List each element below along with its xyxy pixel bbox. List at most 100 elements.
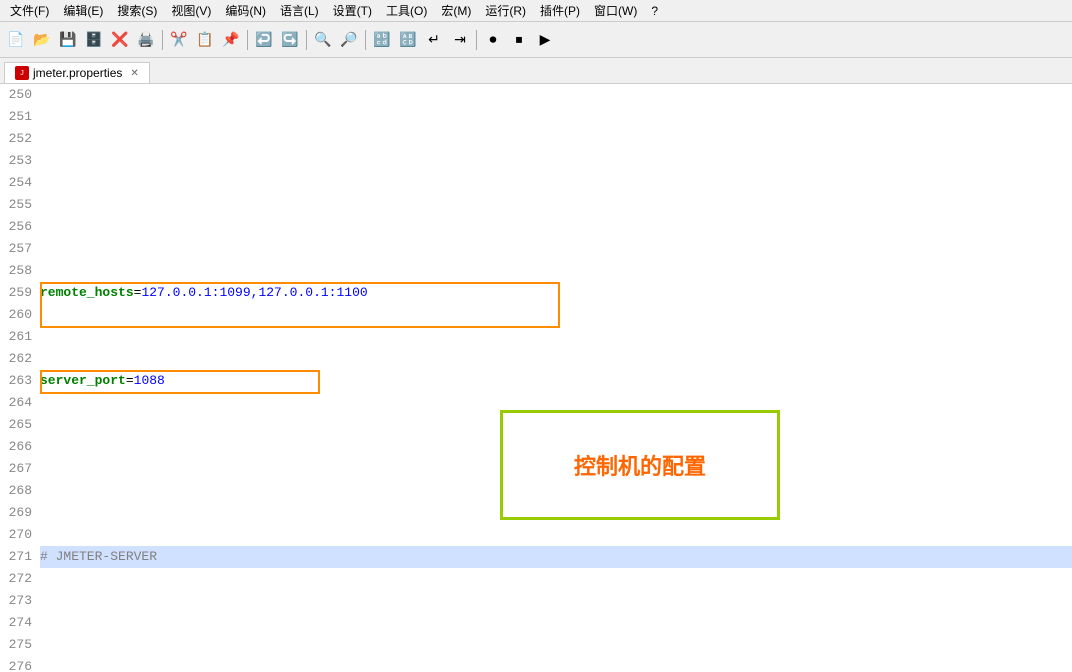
copy-button[interactable]: 📋 [193, 28, 217, 52]
line-number-266: 266 [0, 436, 40, 458]
menu-plugin[interactable]: 插件(P) [534, 0, 586, 21]
code-line-260 [40, 304, 1072, 326]
menu-help[interactable]: ? [645, 2, 664, 20]
code-line-250 [40, 84, 1072, 106]
line-number-257: 257 [0, 238, 40, 260]
line-number-261: 261 [0, 326, 40, 348]
new-button[interactable]: 📄 [4, 28, 28, 52]
code-line-268 [40, 480, 1072, 502]
line-number-276: 276 [0, 656, 40, 672]
line-number-273: 273 [0, 590, 40, 612]
indent-button[interactable]: ⇥ [448, 28, 472, 52]
line-numbers: 2502512522532542552562572582592602612622… [0, 84, 40, 672]
save-button[interactable]: 💾 [56, 28, 80, 52]
code-line-254 [40, 172, 1072, 194]
code-line-251 [40, 106, 1072, 128]
find-button[interactable]: 🔍 [311, 28, 335, 52]
line-number-254: 254 [0, 172, 40, 194]
code-line-262 [40, 348, 1072, 370]
code-line-274 [40, 612, 1072, 634]
line-number-268: 268 [0, 480, 40, 502]
macro-stop-button[interactable]: ⏹ [507, 28, 531, 52]
tab-close-button[interactable]: ✕ [130, 68, 138, 79]
code-line-261 [40, 326, 1072, 348]
paste-button[interactable]: 📌 [219, 28, 243, 52]
code-line-276 [40, 656, 1072, 672]
code-line-257 [40, 238, 1072, 260]
undo-button[interactable]: ↩️ [252, 28, 276, 52]
toolbar: 📄 📂 💾 🗄️ ❌ 🖨️ ✂️ 📋 📌 ↩️ ↪️ 🔍 🔎 🔡 🔠 ↵ ⇥ ⏺… [0, 22, 1072, 58]
menu-search[interactable]: 搜索(S) [111, 0, 163, 21]
print-button[interactable]: 🖨️ [134, 28, 158, 52]
line-number-260: 260 [0, 304, 40, 326]
line-number-256: 256 [0, 216, 40, 238]
line-number-275: 275 [0, 634, 40, 656]
code-line-269 [40, 502, 1072, 524]
separator-1 [162, 30, 163, 50]
separator-4 [365, 30, 366, 50]
code-content[interactable]: remote_hosts=127.0.0.1:1099,127.0.0.1:11… [40, 84, 1072, 672]
separator-5 [476, 30, 477, 50]
replace-button[interactable]: 🔎 [337, 28, 361, 52]
separator-2 [247, 30, 248, 50]
tab-filename: jmeter.properties [33, 66, 122, 80]
line-number-272: 272 [0, 568, 40, 590]
line-number-274: 274 [0, 612, 40, 634]
code-line-275 [40, 634, 1072, 656]
line-number-263: 263 [0, 370, 40, 392]
code-line-271: # JMETER-SERVER [40, 546, 1072, 568]
line-number-250: 250 [0, 84, 40, 106]
menu-settings[interactable]: 设置(T) [327, 0, 378, 21]
menu-window[interactable]: 窗口(W) [588, 0, 643, 21]
code-line-253 [40, 150, 1072, 172]
code-line-259: remote_hosts=127.0.0.1:1099,127.0.0.1:11… [40, 282, 1072, 304]
line-number-258: 258 [0, 260, 40, 282]
zoom-out-button[interactable]: 🔠 [396, 28, 420, 52]
line-number-255: 255 [0, 194, 40, 216]
menu-encode[interactable]: 编码(N) [219, 0, 272, 21]
macro-record-button[interactable]: ⏺ [481, 28, 505, 52]
separator-3 [306, 30, 307, 50]
menubar: 文件(F) 编辑(E) 搜索(S) 视图(V) 编码(N) 语言(L) 设置(T… [0, 0, 1072, 22]
code-line-255 [40, 194, 1072, 216]
line-number-269: 269 [0, 502, 40, 524]
wrap-button[interactable]: ↵ [422, 28, 446, 52]
line-number-267: 267 [0, 458, 40, 480]
code-line-273 [40, 590, 1072, 612]
code-line-267 [40, 458, 1072, 480]
code-line-258 [40, 260, 1072, 282]
line-number-264: 264 [0, 392, 40, 414]
code-line-270 [40, 524, 1072, 546]
line-number-252: 252 [0, 128, 40, 150]
menu-tools[interactable]: 工具(O) [380, 0, 433, 21]
open-button[interactable]: 📂 [30, 28, 54, 52]
code-line-264 [40, 392, 1072, 414]
code-line-252 [40, 128, 1072, 150]
line-number-253: 253 [0, 150, 40, 172]
save-all-button[interactable]: 🗄️ [82, 28, 106, 52]
tabbar: J jmeter.properties ✕ [0, 58, 1072, 84]
line-number-262: 262 [0, 348, 40, 370]
line-number-270: 270 [0, 524, 40, 546]
menu-edit[interactable]: 编辑(E) [57, 0, 109, 21]
line-number-265: 265 [0, 414, 40, 436]
menu-view[interactable]: 视图(V) [165, 0, 217, 21]
line-number-259: 259 [0, 282, 40, 304]
code-line-263: server_port=1088 [40, 370, 1072, 392]
line-number-271: 271 [0, 546, 40, 568]
line-number-251: 251 [0, 106, 40, 128]
macro-play-button[interactable]: ▶ [533, 28, 557, 52]
file-tab[interactable]: J jmeter.properties ✕ [4, 62, 150, 83]
menu-macro[interactable]: 宏(M) [435, 0, 477, 21]
menu-run[interactable]: 运行(R) [479, 0, 532, 21]
close-button[interactable]: ❌ [108, 28, 132, 52]
tab-file-icon: J [15, 66, 29, 80]
code-area: 2502512522532542552562572582592602612622… [0, 84, 1072, 672]
cut-button[interactable]: ✂️ [167, 28, 191, 52]
code-line-266 [40, 436, 1072, 458]
zoom-in-button[interactable]: 🔡 [370, 28, 394, 52]
menu-file[interactable]: 文件(F) [4, 0, 55, 21]
menu-language[interactable]: 语言(L) [274, 0, 325, 21]
redo-button[interactable]: ↪️ [278, 28, 302, 52]
code-line-265 [40, 414, 1072, 436]
